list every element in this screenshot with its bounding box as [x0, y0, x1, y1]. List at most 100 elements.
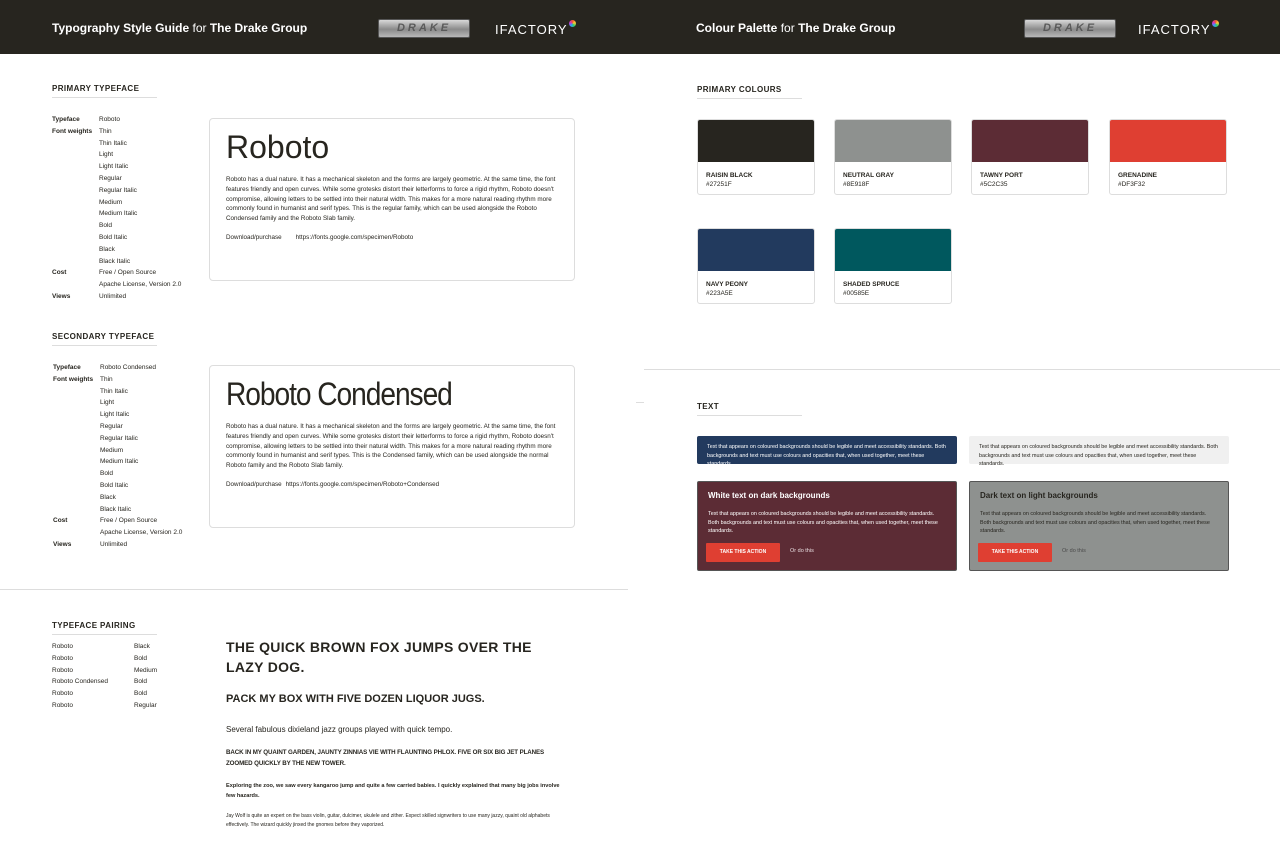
spec-value: Unlimited [99, 292, 127, 300]
spec-row-weights: Font weights Thin [52, 126, 181, 138]
spec-label: Cost [52, 269, 67, 277]
title-for: for [780, 21, 795, 35]
dark-box-text: Text that appears on coloured background… [708, 511, 938, 534]
swatch-hex: #8E918F [843, 181, 870, 188]
or-do-this-link[interactable]: Or do this [790, 548, 814, 554]
swatch-name: GRENADINE [1118, 172, 1158, 179]
weight-row: Bold [53, 468, 182, 480]
secondary-sample-name: Roboto Condensed [226, 376, 453, 412]
weight-item: Black Italic [100, 505, 132, 513]
pangram-bold: PACK MY BOX WITH FIVE DOZEN LIQUOR JUGS. [226, 693, 485, 705]
weight-item: Regular [99, 174, 122, 182]
drake-logo: DRAKE [378, 19, 470, 38]
weight-item: Black [100, 493, 116, 501]
pairing-row: Roboto Condensed Bold [52, 676, 157, 688]
spec-value: Roboto Condensed [100, 364, 157, 371]
weight-row: Thin Italic [53, 386, 182, 398]
swatch-hex: #DF3F32 [1118, 181, 1146, 188]
swatch-grenadine: GRENADINE #DF3F32 [1109, 119, 1227, 195]
spec-value: Free / Open Source [100, 517, 158, 525]
swatch-name: NEUTRAL GRAY [843, 172, 894, 179]
weight-item: Bold [99, 222, 113, 230]
weight-item: Black Italic [99, 257, 131, 265]
spec-row-typeface: Typeface Roboto [52, 114, 181, 126]
pairing-font: Roboto [52, 690, 73, 698]
spec-label: Views [52, 292, 71, 300]
pangram-bold-small: Exploring the zoo, we saw every kangaroo… [226, 783, 560, 799]
weight-item: Bold [100, 470, 114, 478]
download-label: Download/purchase [226, 480, 282, 488]
weight-row: Black Italic [52, 256, 181, 268]
section-divider [644, 369, 1280, 370]
or-do-this-link[interactable]: Or do this [1062, 548, 1086, 554]
pairing-row: Roboto Black [52, 641, 157, 653]
swatch-colour [972, 120, 1088, 162]
spec-row-license: Apache License, Version 2.0 [52, 279, 181, 291]
title-for: for [192, 21, 207, 35]
section-divider [0, 589, 628, 590]
primary-download: Download/purchase https://fonts.google.co… [226, 234, 558, 241]
drake-logo: DRAKE [1024, 19, 1116, 38]
text-heading: TEXT [697, 402, 802, 416]
ifactory-logo: IFACTORY [1138, 20, 1219, 37]
swatch-name: TAWNY PORT [980, 172, 1023, 179]
primary-colours-heading: PRIMARY COLOURS [697, 85, 802, 99]
weight-row: Regular Italic [53, 433, 182, 445]
pairing-weight: Black [134, 643, 150, 650]
weight-item: Light [99, 151, 114, 159]
pairing-row: Roboto Bold [52, 688, 157, 700]
swatch-hex: #27251F [706, 181, 732, 188]
spec-label: Font weights [52, 127, 93, 135]
dark-background-box: White text on dark backgrounds Text that… [697, 481, 957, 571]
pairing-row: Roboto Bold [52, 653, 157, 665]
pairing-weight: Bold [134, 690, 148, 698]
weight-item: Medium [100, 446, 124, 454]
spec-value: Apache License, Version 2.0 [99, 281, 182, 289]
weight-row: Thin Italic [52, 138, 181, 150]
download-link[interactable]: https://fonts.google.com/specimen/Roboto… [286, 481, 440, 488]
swatch-name: SHADED SPRUCE [843, 281, 900, 288]
pangram-medium: Several fabulous dixieland jazz groups p… [226, 725, 453, 734]
primary-description: Roboto has a dual nature. It has a mecha… [226, 176, 556, 223]
light-background-box: Dark text on light backgrounds Text that… [969, 481, 1229, 571]
weight-item: Light [100, 399, 115, 407]
weight-item: Thin Italic [100, 387, 128, 395]
pairing-row: Roboto Medium [52, 665, 157, 677]
spec-row-typeface: Typeface Roboto Condensed [53, 362, 182, 374]
swatch-shaded-spruce: SHADED SPRUCE #00585E [834, 228, 952, 304]
weight-item: Light Italic [99, 163, 129, 171]
palette-header-bar: Colour Palette for The Drake Group DRAKE… [640, 0, 1280, 54]
title-main: Colour Palette [696, 21, 778, 35]
take-action-button[interactable]: TAKE THIS ACTION [706, 543, 780, 562]
spec-row-cost: Cost Free / Open Source [52, 267, 181, 279]
weight-item: Bold Italic [100, 481, 129, 489]
pairing-weight: Bold [134, 654, 148, 662]
weight-row: Medium [53, 445, 182, 457]
swatch-tawny-port: TAWNY PORT #5C2C35 [971, 119, 1089, 195]
ifactory-wordmark: IFACTORY [495, 22, 568, 37]
page-gutter-mark [636, 402, 644, 403]
spec-value: Roboto [99, 116, 120, 123]
secondary-typeface-card: Roboto Condensed Roboto has a dual natur… [209, 365, 575, 528]
weight-row: Regular [53, 421, 182, 433]
text-on-light-sample: Text that appears on coloured background… [969, 436, 1229, 467]
take-action-button[interactable]: TAKE THIS ACTION [978, 543, 1052, 562]
download-link[interactable]: https://fonts.google.com/specimen/Roboto [296, 234, 414, 241]
swatch-colour [698, 120, 814, 162]
weight-row: Regular [52, 173, 181, 185]
weight-item: Medium [99, 198, 123, 206]
weight-item: Regular Italic [100, 434, 138, 442]
swatch-name: RAISIN BLACK [706, 172, 753, 179]
weight-row: Light [52, 149, 181, 161]
spec-label: Font weights [53, 375, 94, 383]
typeface-pairing-heading: TYPEFACE PAIRING [52, 621, 157, 635]
swatch-colour [698, 229, 814, 271]
swatch-hex: #223A5E [706, 290, 733, 297]
light-box-text: Text that appears on coloured background… [980, 511, 1210, 534]
pairing-font: Roboto [52, 701, 73, 709]
swatch-colour [835, 120, 951, 162]
spec-value: Free / Open Source [99, 269, 157, 277]
secondary-typeface-heading: SECONDARY TYPEFACE [52, 332, 157, 346]
spec-value: Unlimited [100, 540, 128, 548]
weight-row: Light [53, 397, 182, 409]
